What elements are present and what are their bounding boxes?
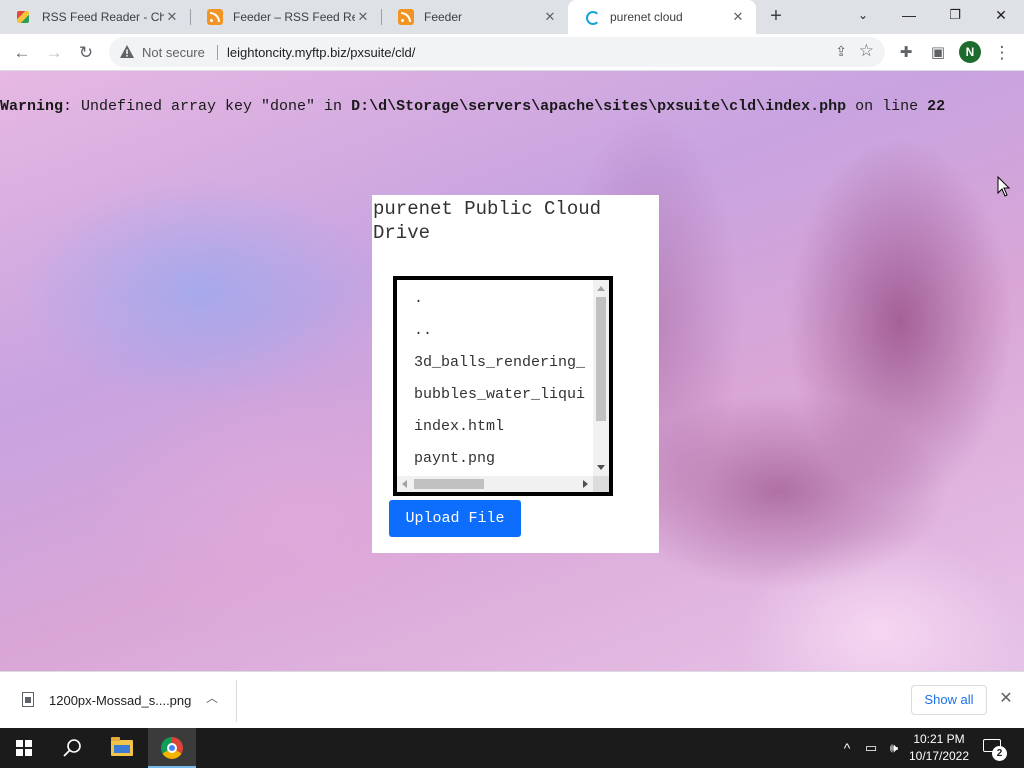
clock-time: 10:21 PM [913, 732, 965, 746]
extensions-puzzle-icon[interactable]: ✚ [892, 39, 920, 67]
tab-feeder[interactable]: Feeder ✕ [382, 0, 568, 34]
tab-title: Feeder – RSS Feed Reader [233, 10, 355, 24]
warning-message-mid: on line [846, 98, 928, 115]
divider [236, 680, 237, 722]
cloud-drive-panel: purenet Public Cloud Drive . .. 3d_balls… [372, 195, 659, 553]
tab-purenet-cloud[interactable]: purenet cloud ✕ [568, 0, 756, 34]
scroll-thumb[interactable] [596, 297, 606, 421]
search-button[interactable] [48, 728, 96, 768]
vertical-scrollbar[interactable] [593, 280, 609, 476]
tray-chevron-up-icon[interactable]: ^ [838, 728, 856, 768]
close-icon[interactable]: ✕ [997, 690, 1015, 708]
folder-icon [111, 737, 133, 756]
mouse-cursor-icon [997, 176, 1011, 197]
tab-rss-feed-reader[interactable]: RSS Feed Reader - Chrome ✕ [0, 0, 190, 34]
close-icon[interactable]: ✕ [164, 9, 180, 25]
chrome-taskbar-button[interactable] [148, 728, 196, 768]
scroll-up-arrow-icon[interactable] [597, 286, 605, 291]
list-item[interactable]: . [397, 283, 593, 315]
security-status[interactable]: Not secure [142, 45, 205, 60]
tab-feeder-rss[interactable]: Feeder – RSS Feed Reader ✕ [191, 0, 381, 34]
tab-search-chevron-icon[interactable]: ⌄ [840, 0, 886, 30]
tab-title: Feeder [424, 10, 463, 24]
list-item[interactable]: .. [397, 315, 593, 347]
file-list-box[interactable]: . .. 3d_balls_rendering_ bubbles_water_l… [393, 276, 613, 496]
side-panel-icon[interactable]: ▣ [924, 39, 952, 67]
file-explorer-button[interactable] [98, 728, 146, 768]
show-all-button[interactable]: Show all [911, 685, 987, 715]
new-tab-button[interactable]: + [764, 5, 788, 29]
tab-title: purenet cloud [610, 10, 683, 24]
rss-icon [398, 9, 414, 25]
system-clock[interactable]: 10:21 PM 10/17/2022 [906, 731, 972, 765]
tab-title: RSS Feed Reader - Chrome [42, 10, 164, 24]
warning-message: : Undefined array key "done" in [63, 98, 352, 115]
forward-button[interactable]: → [40, 39, 68, 67]
list-item[interactable]: paynt.png [397, 443, 593, 475]
page-content: Warning: Undefined array key "done" in D… [0, 71, 1024, 671]
browser-toolbar: ← → ↻ Not secure leightoncity.myftp.biz/… [0, 34, 1024, 71]
search-icon [63, 739, 81, 757]
warning-icon[interactable] [119, 44, 135, 60]
minimize-button[interactable]: — [886, 0, 932, 30]
file-list[interactable]: . .. 3d_balls_rendering_ bubbles_water_l… [397, 280, 593, 476]
scrollbar-corner [593, 476, 609, 492]
scroll-thumb[interactable] [414, 479, 484, 489]
network-icon[interactable]: ▭ [860, 728, 882, 768]
rss-reader-icon [16, 9, 32, 25]
close-icon[interactable]: ✕ [730, 9, 746, 25]
php-warning: Warning: Undefined array key "done" in D… [0, 98, 945, 115]
back-button[interactable]: ← [8, 39, 36, 67]
scroll-left-arrow-icon[interactable] [402, 480, 407, 488]
address-bar[interactable]: Not secure leightoncity.myftp.biz/pxsuit… [109, 37, 885, 67]
rss-icon [207, 9, 223, 25]
menu-kebab-icon[interactable]: ⋮ [988, 39, 1016, 67]
notifications-button[interactable]: 2 [982, 736, 1007, 761]
close-icon[interactable]: ✕ [355, 9, 371, 25]
start-button[interactable] [0, 728, 48, 768]
tab-strip: RSS Feed Reader - Chrome ✕ Feeder – RSS … [0, 0, 1024, 34]
warning-line-number: 22 [927, 98, 946, 115]
close-icon[interactable]: ✕ [542, 9, 558, 25]
reload-button[interactable]: ↻ [72, 39, 100, 67]
download-shelf: 1200px-Mossad_s....png ︿ Show all ✕ [0, 671, 1024, 728]
taskbar: ^ ▭ 🕪 10:21 PM 10/17/2022 2 [0, 728, 1024, 768]
download-file-name[interactable]: 1200px-Mossad_s....png [49, 693, 191, 708]
restore-button[interactable]: ❐ [932, 0, 978, 30]
url-text[interactable]: leightoncity.myftp.biz/pxsuite/cld/ [227, 45, 415, 60]
chevron-up-icon[interactable]: ︿ [204, 690, 220, 706]
share-icon[interactable]: ⇪ [835, 43, 847, 60]
scroll-down-arrow-icon[interactable] [597, 465, 605, 470]
chrome-icon [161, 737, 183, 759]
bookmark-star-icon[interactable]: ☆ [859, 41, 874, 61]
loading-icon [584, 9, 600, 25]
warning-label: Warning [0, 98, 64, 115]
horizontal-scrollbar[interactable] [397, 476, 593, 492]
page-title: purenet Public Cloud Drive [373, 198, 602, 244]
window-close-button[interactable]: ✕ [978, 0, 1024, 30]
scroll-right-arrow-icon[interactable] [583, 480, 588, 488]
warning-file-path: D:\d\Storage\servers\apache\sites\pxsuit… [351, 98, 847, 115]
list-item[interactable]: bubbles_water_liqui [397, 379, 593, 411]
notification-count-badge: 2 [992, 746, 1007, 761]
volume-icon[interactable]: 🕪 [884, 728, 904, 768]
divider [217, 45, 218, 60]
upload-file-button[interactable]: Upload File [389, 500, 521, 537]
clock-date: 10/17/2022 [908, 749, 970, 763]
list-item[interactable]: 3d_balls_rendering_ [397, 347, 593, 379]
list-item[interactable]: index.html [397, 411, 593, 443]
avatar[interactable]: N [959, 41, 981, 63]
file-icon [22, 692, 34, 707]
windows-logo-icon [16, 740, 32, 756]
